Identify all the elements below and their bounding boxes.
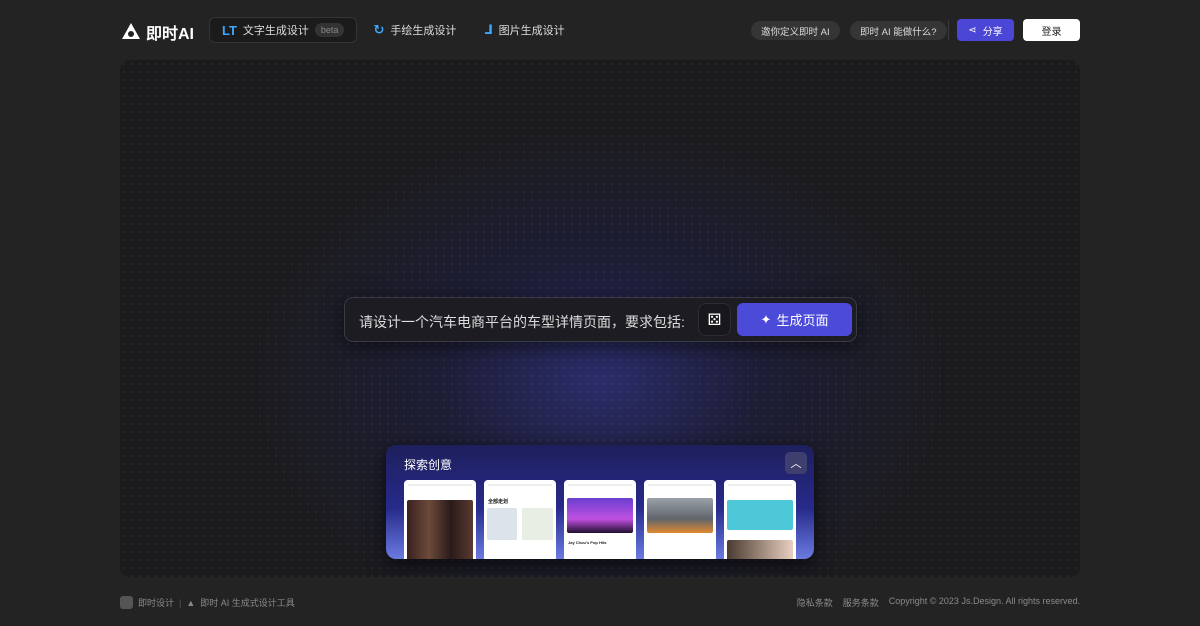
collapse-button[interactable]: ︿: [785, 452, 807, 474]
canvas-stage: 请设计一个汽车电商平台的车型详情页面，要求包括: ⚄ ✦ 生成页面 探索创意 ︿ …: [120, 60, 1080, 577]
sketch-icon: ↻: [373, 22, 385, 37]
footer-jsdesign-link[interactable]: 即时设计: [138, 596, 174, 609]
privacy-link[interactable]: 隐私条款: [797, 596, 833, 609]
footer-separator: |: [179, 597, 182, 608]
explore-panel: 探索创意 ︿ 全部走划 Jay Chou's Pop Hits: [386, 445, 814, 559]
card-image: [727, 500, 793, 530]
template-card[interactable]: 全部走划: [484, 480, 556, 559]
card-image: [407, 500, 473, 559]
top-bar: 即时AI LT 文字生成设计 beta ↻ 手绘生成设计 ⅃ 图片生成设计 邀你定义即时…: [0, 0, 1200, 60]
share-button[interactable]: ⋖ 分享: [957, 19, 1014, 41]
share-label: 分享: [982, 26, 1003, 38]
brand-name: 即时AI: [146, 26, 195, 43]
copyright: Copyright © 2023 Js.Design. All rights r…: [888, 596, 1080, 606]
card-image: [727, 540, 793, 559]
template-card[interactable]: Jay Chou's Pop Hits: [564, 480, 636, 559]
logo-icon: [122, 23, 140, 39]
footer-ai-link[interactable]: 即时 AI 生成式设计工具: [200, 596, 295, 609]
explore-title: 探索创意: [404, 458, 453, 472]
footer: 即时设计 | ▲ 即时 AI 生成式设计工具 隐私条款 服务条款 Copyrig…: [120, 596, 1080, 609]
tab-image-design[interactable]: ⅃ 图片生成设计: [472, 17, 576, 43]
beta-badge: beta: [314, 23, 345, 37]
prompt-input[interactable]: 请设计一个汽车电商平台的车型详情页面，要求包括:: [359, 312, 694, 332]
ai-logo-icon: ▲: [186, 597, 196, 608]
about-button[interactable]: 即时 AI 能做什么?: [850, 21, 947, 40]
card-title: Jay Chou's Pop Hits: [568, 540, 607, 545]
tab-text-design[interactable]: LT 文字生成设计 beta: [209, 17, 358, 43]
generate-button[interactable]: ✦ 生成页面: [737, 303, 852, 336]
brand-logo[interactable]: 即时AI: [121, 20, 194, 44]
image-icon: ⅃: [484, 22, 493, 37]
share-icon: ⋖: [968, 24, 977, 36]
template-card[interactable]: [644, 480, 716, 559]
card-image: [487, 508, 517, 540]
generate-label: 生成页面: [776, 313, 829, 328]
tab-label: 文字生成设计: [242, 25, 309, 37]
card-image: [567, 498, 633, 533]
dice-icon: ⚄: [707, 311, 722, 329]
tab-sketch-design[interactable]: ↻ 手绘生成设计: [361, 17, 468, 43]
card-image: [647, 498, 713, 533]
terms-link[interactable]: 服务条款: [843, 596, 879, 609]
random-prompt-button[interactable]: ⚄: [698, 303, 731, 336]
jsdesign-logo-icon: [120, 596, 133, 609]
card-title: 全部走划: [488, 499, 509, 505]
login-button[interactable]: 登录: [1023, 19, 1080, 41]
prompt-box: 请设计一个汽车电商平台的车型详情页面，要求包括: ⚄ ✦ 生成页面: [344, 297, 857, 342]
chevron-up-icon: ︿: [790, 458, 802, 470]
tab-label: 手绘生成设计: [390, 25, 457, 37]
template-card[interactable]: [404, 480, 476, 559]
tab-label: 图片生成设计: [498, 25, 565, 37]
sparkle-icon: ✦: [760, 311, 772, 327]
text-icon: LT: [222, 22, 237, 38]
divider: [948, 20, 949, 40]
invite-button[interactable]: 邀你定义即时 AI: [751, 21, 840, 40]
template-card[interactable]: [724, 480, 796, 559]
card-image: [522, 508, 553, 540]
